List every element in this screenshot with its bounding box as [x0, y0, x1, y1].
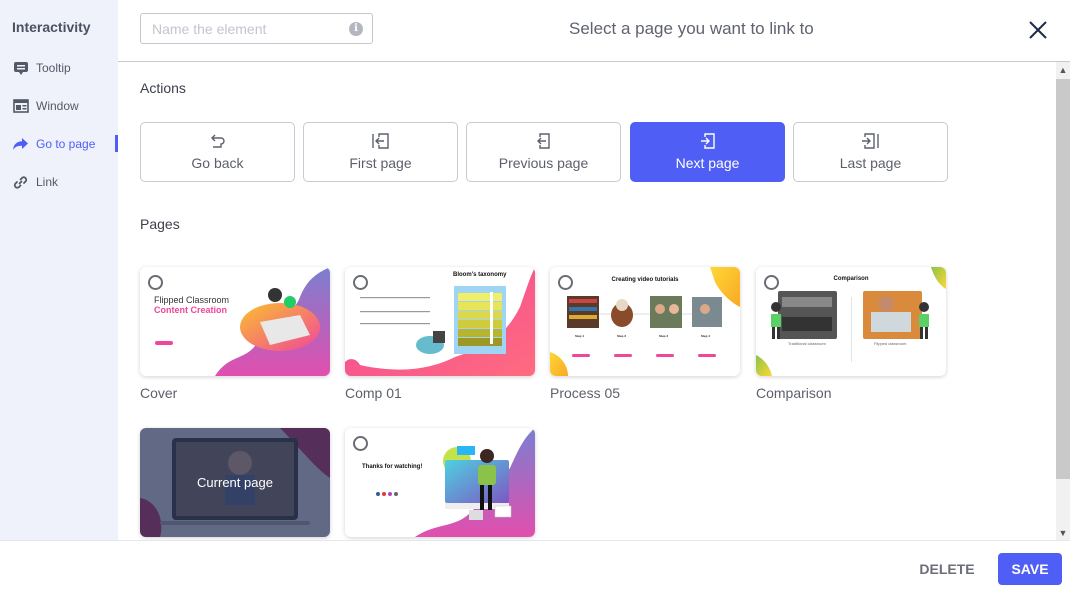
page-name: Comp 01	[345, 385, 402, 401]
page-thumbnail: Bloom's taxonomy	[345, 267, 535, 376]
page-thumbnail: Creating video tutorials Step 1 Step 2 S…	[550, 267, 740, 376]
scroll-up-arrow[interactable]: ▲	[1056, 63, 1070, 77]
scroll-down-arrow[interactable]: ▼	[1056, 526, 1070, 540]
page-name: Comparison	[756, 385, 832, 401]
tooltip-icon	[12, 60, 29, 76]
next-page-button[interactable]: Next page	[630, 122, 785, 182]
sidebar-title: Interactivity	[12, 19, 91, 35]
page-thumbnail: Current page	[140, 428, 330, 537]
thumb-subtitle: Content Creation	[154, 305, 227, 315]
first-page-label: First page	[349, 155, 412, 171]
header-divider	[118, 61, 1070, 62]
close-button[interactable]	[1026, 18, 1050, 42]
delete-button[interactable]: DELETE	[912, 553, 982, 585]
page-radio[interactable]	[353, 436, 368, 451]
sidebar-item-go-to-page[interactable]: Go to page	[12, 134, 95, 154]
page-thumbnail: Comparison Traditional classroom Flipped…	[756, 267, 946, 376]
last-page-icon	[861, 133, 879, 149]
thumb-button	[155, 341, 173, 345]
pages-heading: Pages	[140, 216, 180, 232]
link-icon	[12, 174, 29, 190]
previous-page-button[interactable]: Previous page	[466, 122, 621, 182]
page-name: Cover	[140, 385, 178, 401]
step-label: Step 1	[575, 334, 585, 338]
previous-page-icon	[536, 133, 550, 149]
step-label: Step 2	[617, 334, 627, 338]
go-back-label: Go back	[191, 155, 244, 171]
active-indicator	[115, 135, 118, 152]
dialog-title: Select a page you want to link to	[569, 19, 814, 38]
sidebar-item-window[interactable]: Window	[12, 96, 79, 116]
column-label: Traditional classroom	[788, 341, 826, 346]
thumb-title: Comparison	[833, 276, 869, 282]
step-label: Step 3	[659, 334, 669, 338]
page-thumbnail: Flipped Classroom Content Creation	[140, 267, 330, 376]
page-radio[interactable]	[353, 275, 368, 290]
previous-page-label: Previous page	[498, 155, 589, 171]
last-page-button[interactable]: Last page	[793, 122, 948, 182]
page-thumbnail: Thanks for watching!	[345, 428, 535, 537]
sidebar-item-link[interactable]: Link	[12, 172, 58, 192]
column-label: Flipped classroom	[874, 341, 907, 346]
window-icon	[12, 98, 29, 114]
interactivity-dialog: Interactivity Tooltip Window Go to page	[0, 0, 1070, 590]
info-icon[interactable]: i	[349, 22, 363, 36]
page-radio[interactable]	[148, 275, 163, 290]
element-name-input[interactable]	[141, 14, 341, 43]
go-back-button[interactable]: Go back	[140, 122, 295, 182]
first-page-button[interactable]: First page	[303, 122, 458, 182]
last-page-label: Last page	[839, 155, 902, 171]
page-radio[interactable]	[558, 275, 573, 290]
thumb-title: Thanks for watching!	[362, 464, 423, 470]
sidebar: Interactivity Tooltip Window Go to page	[0, 0, 118, 540]
close-icon	[1029, 21, 1047, 39]
sidebar-item-label: Go to page	[36, 137, 96, 151]
thumb-title: Creating video tutorials	[611, 277, 679, 283]
next-page-icon	[700, 133, 715, 149]
scrollbar-thumb[interactable]	[1056, 79, 1070, 479]
sidebar-item-label: Window	[36, 99, 79, 113]
share-arrow-icon	[12, 136, 29, 152]
step-label: Step 4	[701, 334, 711, 338]
element-name-field: i	[140, 13, 373, 44]
footer-divider	[0, 540, 1070, 541]
sidebar-item-label: Link	[36, 175, 59, 189]
sidebar-item-tooltip[interactable]: Tooltip	[12, 58, 71, 78]
thumb-title: Bloom's taxonomy	[453, 272, 507, 278]
page-name: Process 05	[550, 385, 621, 401]
next-page-label: Next page	[675, 155, 740, 171]
undo-arrow-icon	[210, 134, 225, 148]
actions-heading: Actions	[140, 80, 186, 96]
thumb-title: Flipped Classroom	[154, 295, 230, 305]
sidebar-item-label: Tooltip	[36, 61, 71, 75]
save-button[interactable]: SAVE	[998, 553, 1062, 585]
first-page-icon	[371, 133, 389, 149]
current-page-label: Current page	[140, 428, 330, 537]
page-radio[interactable]	[764, 275, 779, 290]
